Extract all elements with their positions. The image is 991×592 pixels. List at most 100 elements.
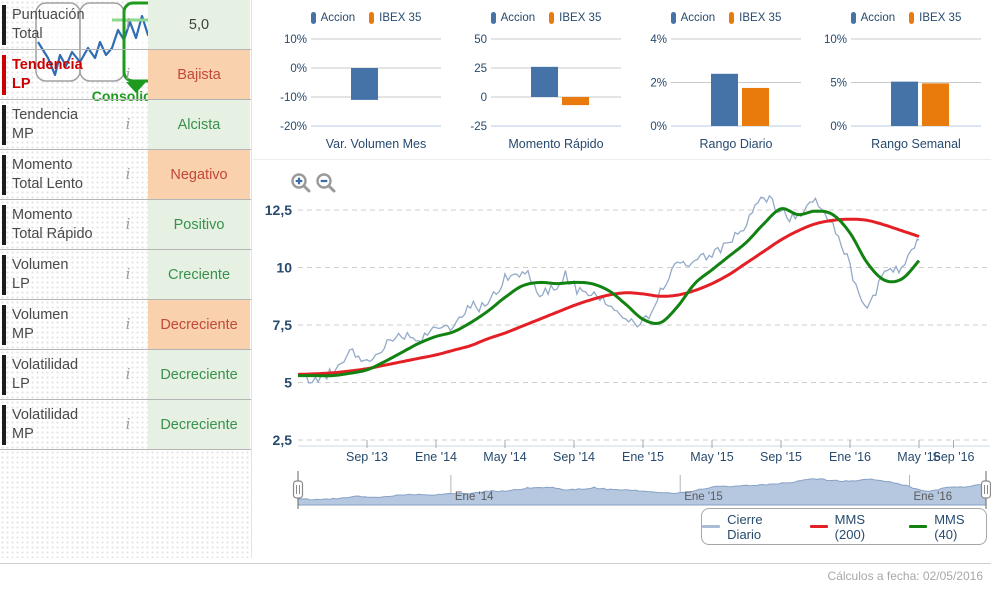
price-chart-canvas: 12,5107,552,5Sep '13Ene '14May '14Sep '1… — [252, 160, 991, 563]
indicator-value: Bajista — [148, 50, 250, 99]
x-tick-label: Sep '16 — [932, 450, 974, 464]
indicator-row-tendencia-mp: TendenciaMPiAlcista — [0, 100, 251, 150]
info-icon[interactable]: i — [120, 215, 136, 233]
legend-label: Accion — [501, 12, 536, 24]
legend-item-mms-200[interactable]: MMS (200) — [810, 512, 894, 542]
accion-bar[interactable] — [711, 74, 738, 126]
indicator-value: Positivo — [148, 200, 250, 249]
legend-label: MMS (200) — [835, 512, 893, 542]
row-accent-bar — [2, 55, 6, 95]
y-tick-label: 10% — [284, 34, 307, 46]
y-tick-label: -10% — [280, 92, 307, 104]
legend-label: IBEX 35 — [379, 12, 421, 24]
navigator-right-handle[interactable] — [982, 481, 991, 498]
legend-item-accion[interactable]: Accion — [851, 12, 896, 24]
x-tick-label: Ene '14 — [415, 450, 457, 464]
legend-item-ibex-35[interactable]: IBEX 35 — [369, 12, 421, 24]
ibex-bar[interactable] — [742, 88, 769, 126]
accion-bar[interactable] — [891, 82, 918, 126]
y-tick-label: 25 — [474, 63, 487, 75]
ibex-bar[interactable] — [562, 97, 589, 105]
y-tick-label: 2% — [650, 78, 667, 90]
navigator-label: Ene '15 — [684, 491, 723, 503]
legend-item-mms-40[interactable]: MMS (40) — [909, 512, 986, 542]
row-accent-bar — [2, 5, 6, 45]
cierre-diario-swatch — [702, 525, 720, 528]
legend-label: Accion — [681, 12, 716, 24]
mini-chart-title: Rango Diario — [700, 137, 773, 151]
mini-chart-canvas: 10%5%0%Rango Semanal — [803, 30, 983, 160]
legend-item-accion[interactable]: Accion — [491, 12, 536, 24]
row-accent-bar — [2, 105, 6, 145]
y-tick-label: -20% — [280, 121, 307, 133]
legend-marker — [909, 12, 914, 24]
mini-chart-rango-diario: AccionIBEX 354%2%0%Rango Diario — [623, 0, 803, 158]
x-tick-label: Ene '16 — [829, 450, 871, 464]
legend-item-ibex-35[interactable]: IBEX 35 — [909, 12, 961, 24]
indicator-value: Decreciente — [148, 400, 250, 449]
legend-item-ibex-35[interactable]: IBEX 35 — [729, 12, 781, 24]
info-icon[interactable]: i — [120, 115, 136, 133]
row-accent-bar — [2, 405, 6, 445]
navigator-left-handle[interactable] — [294, 481, 303, 498]
series-legend: Cierre Diario MMS (200) MMS (40) — [701, 508, 987, 545]
zoom-in-icon[interactable] — [290, 172, 312, 194]
legend-marker — [549, 12, 554, 24]
mini-chart-title: Momento Rápido — [508, 137, 603, 151]
row-accent-bar — [2, 205, 6, 245]
indicator-label: VolumenLP — [12, 256, 116, 294]
legend-marker — [369, 12, 374, 24]
legend-marker — [671, 12, 676, 24]
ibex-bar[interactable] — [922, 83, 949, 126]
indicator-label: MomentoTotal Rápido — [12, 206, 116, 244]
dashboard: Consolidación PuntuaciónTotali5,0Tendenc… — [0, 0, 991, 592]
legend-item-cierre-diario[interactable]: Cierre Diario — [702, 512, 794, 542]
info-icon[interactable]: i — [120, 15, 136, 33]
navigator-area[interactable] — [298, 479, 986, 505]
indicator-label: VolatilidadMP — [12, 406, 116, 444]
legend-label: IBEX 35 — [739, 12, 781, 24]
indicator-label: MomentoTotal Lento — [12, 156, 116, 194]
x-tick-label: Ene '15 — [622, 450, 664, 464]
mini-chart-momento-rapido: AccionIBEX 3550250-25Momento Rápido — [443, 0, 623, 158]
info-icon[interactable]: i — [120, 415, 136, 433]
info-icon[interactable]: i — [120, 65, 136, 83]
legend-label: IBEX 35 — [559, 12, 601, 24]
legend-marker — [851, 12, 856, 24]
zoom-out-icon[interactable] — [315, 172, 337, 194]
y-tick-label: 5% — [830, 78, 847, 90]
x-tick-label: May '15 — [690, 450, 733, 464]
y-tick-label: -25 — [470, 121, 487, 133]
row-accent-bar — [2, 305, 6, 345]
indicator-row-volumen-lp: VolumenLPiCreciente — [0, 250, 251, 300]
row-accent-bar — [2, 155, 6, 195]
y-tick-label: 12,5 — [265, 202, 292, 218]
legend-marker — [311, 12, 316, 24]
price-chart: 12,5107,552,5Sep '13Ene '14May '14Sep '1… — [252, 160, 991, 563]
legend-marker — [491, 12, 496, 24]
y-tick-label: 10% — [824, 34, 847, 46]
indicator-value: Alcista — [148, 100, 250, 149]
indicator-row-tendencia-lp: TendenciaLPiBajista — [0, 50, 251, 100]
accion-bar[interactable] — [351, 68, 378, 100]
info-icon[interactable]: i — [120, 165, 136, 183]
y-tick-label: 2,5 — [273, 432, 293, 448]
series-mms40 — [298, 209, 919, 376]
info-icon[interactable]: i — [120, 365, 136, 383]
legend-label: Accion — [861, 12, 896, 24]
x-tick-label: May '14 — [483, 450, 526, 464]
mms-200-swatch — [810, 525, 828, 528]
info-icon[interactable]: i — [120, 265, 136, 283]
footer: Cálculos a fecha: 02/05/2016 — [0, 563, 991, 592]
indicator-label: VolumenMP — [12, 306, 116, 344]
y-tick-label: 7,5 — [273, 317, 293, 333]
y-tick-label: 5 — [284, 375, 292, 391]
legend-item-accion[interactable]: Accion — [671, 12, 716, 24]
legend-item-accion[interactable]: Accion — [311, 12, 356, 24]
legend-label: MMS (40) — [934, 512, 986, 542]
legend-item-ibex-35[interactable]: IBEX 35 — [549, 12, 601, 24]
mms-40-swatch — [909, 525, 927, 528]
info-icon[interactable]: i — [120, 315, 136, 333]
accion-bar[interactable] — [531, 67, 558, 97]
x-tick-label: Sep '13 — [346, 450, 388, 464]
